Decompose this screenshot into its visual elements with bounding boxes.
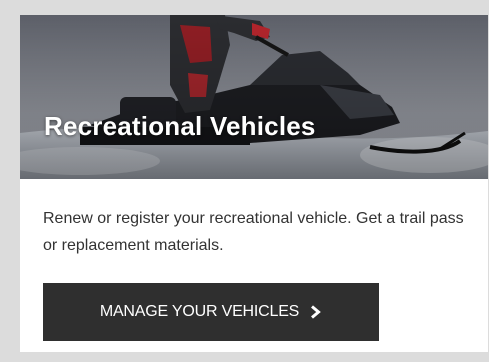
- manage-button-label: MANAGE YOUR VEHICLES: [99, 303, 300, 320]
- card-description: Renew or register your recreational vehi…: [43, 210, 464, 254]
- snowmobile-rider-photo: [20, 15, 488, 179]
- page: Recreational Vehicles Renew or register …: [0, 0, 489, 362]
- recreational-vehicles-card: Recreational Vehicles Renew or register …: [20, 15, 488, 352]
- chevron-right-icon: [309, 305, 322, 319]
- hero-banner: Recreational Vehicles: [20, 15, 488, 179]
- manage-your-vehicles-button[interactable]: MANAGE YOUR VEHICLES: [43, 283, 379, 341]
- card-title: Recreational Vehicles: [44, 111, 316, 141]
